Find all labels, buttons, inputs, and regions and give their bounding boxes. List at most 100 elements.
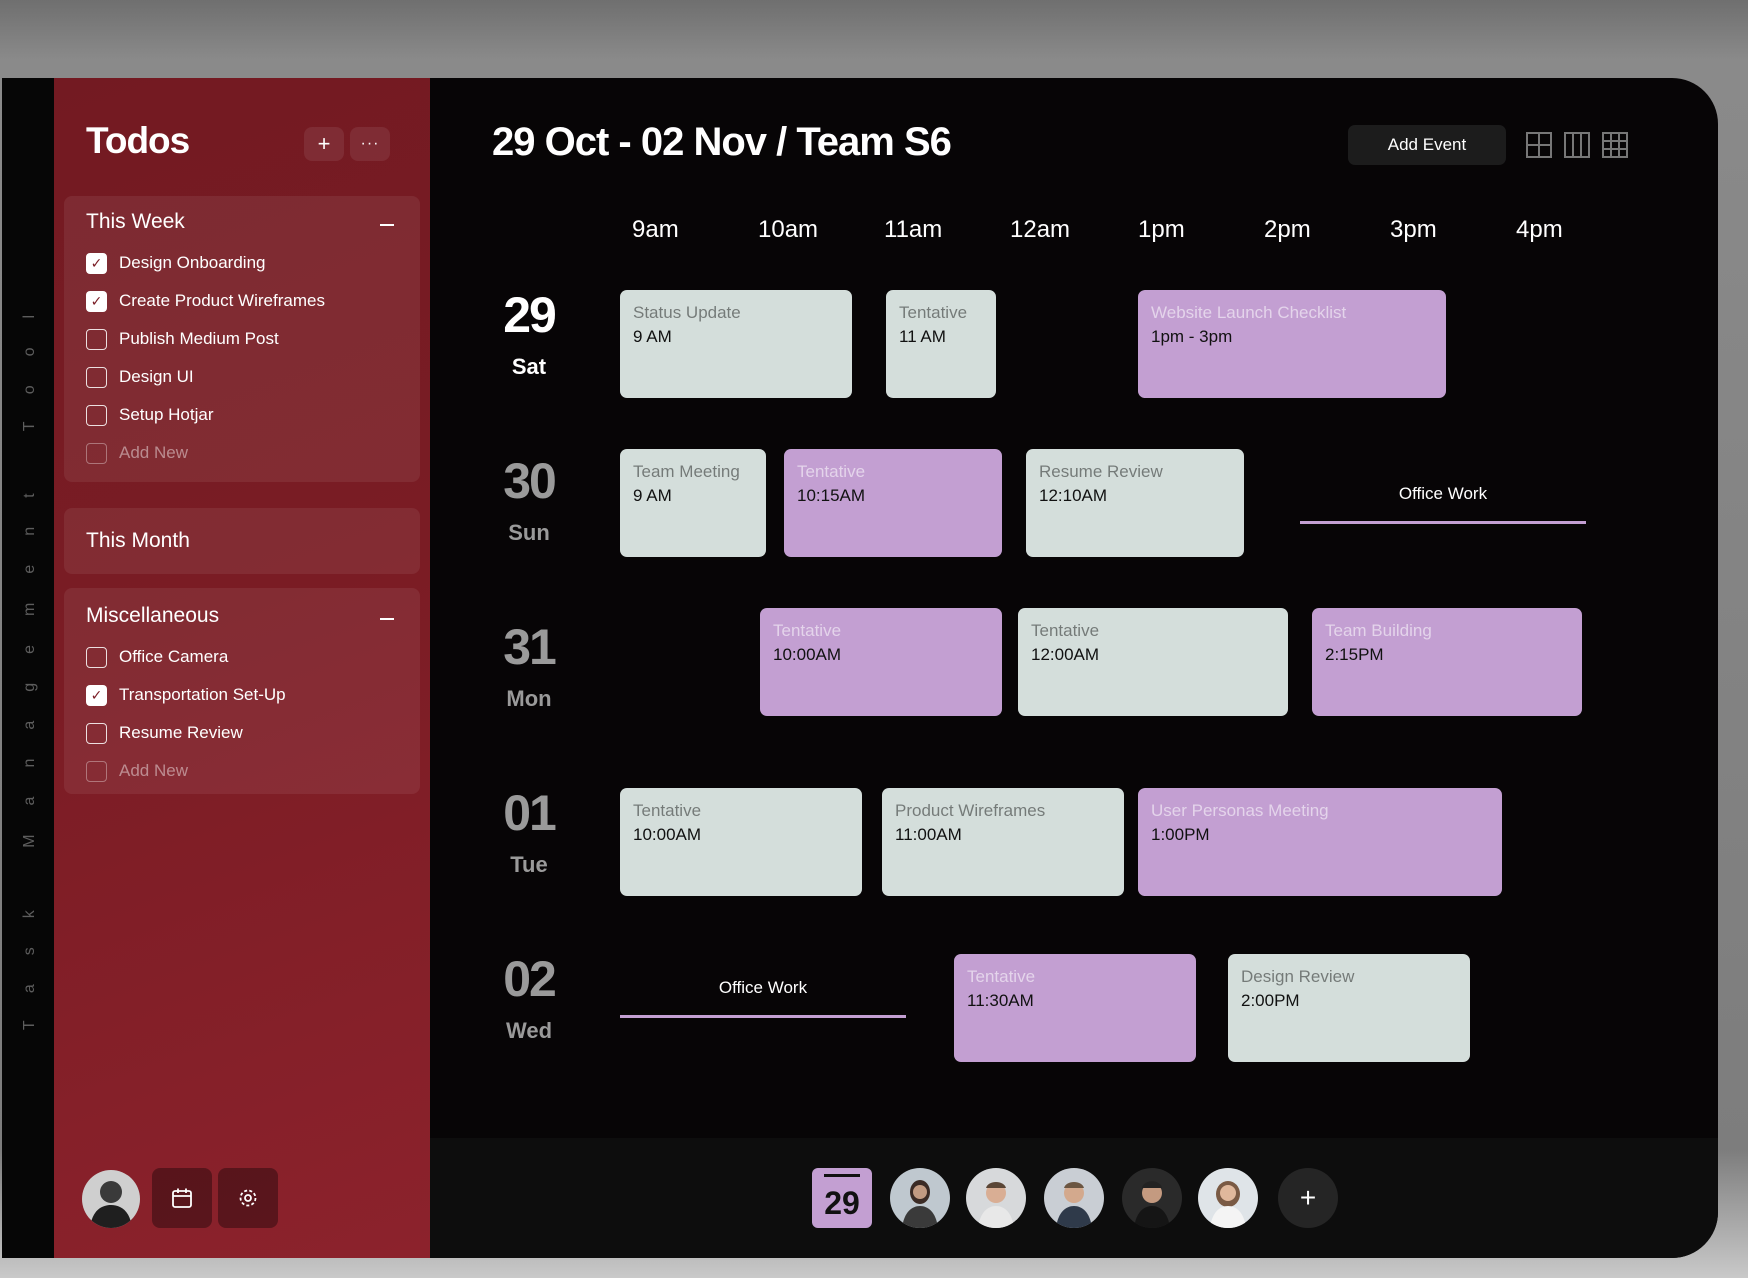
event-time: 12:00AM xyxy=(1031,645,1100,664)
checkbox[interactable] xyxy=(86,404,107,426)
todos-sidebar: Todos + ··· This Week ✓ Design Onboardin… xyxy=(54,78,430,1258)
event-bar xyxy=(620,1015,906,1018)
event-title: Resume Review xyxy=(1039,462,1163,481)
todo-item[interactable]: Office Camera xyxy=(86,644,228,670)
add-todo-button[interactable]: + xyxy=(304,127,344,161)
event-time: 1:00PM xyxy=(1151,825,1210,844)
collapse-icon[interactable] xyxy=(380,618,394,620)
event-card[interactable]: Team Meeting 9 AM xyxy=(620,449,766,557)
checkbox[interactable] xyxy=(86,328,107,350)
grid-3x3-icon[interactable] xyxy=(1602,132,1628,158)
event-title: Tentative xyxy=(1031,621,1100,640)
office-work-block[interactable]: Office Work xyxy=(1300,484,1586,524)
office-work-block[interactable]: Office Work xyxy=(620,978,906,1018)
event-bar xyxy=(1300,521,1586,524)
team-avatar[interactable] xyxy=(1122,1168,1182,1228)
event-title: User Personas Meeting xyxy=(1151,801,1329,820)
event-title: Tentative xyxy=(773,621,842,640)
team-avatar[interactable] xyxy=(1044,1168,1104,1228)
add-event-button[interactable]: Add Event xyxy=(1348,125,1506,165)
day-number: 01 xyxy=(503,785,557,841)
event-card[interactable]: Status Update 9 AM xyxy=(620,290,852,398)
event-time: 10:00AM xyxy=(773,645,842,664)
todo-item[interactable]: ✓ Transportation Set-Up xyxy=(86,682,286,708)
gear-icon xyxy=(239,1189,257,1207)
event-time: 2:15PM xyxy=(1325,645,1384,664)
avatar-image xyxy=(1210,1181,1246,1228)
todo-item[interactable]: Design UI xyxy=(86,364,194,390)
hour-label: 2pm xyxy=(1264,216,1311,243)
todo-item[interactable]: ✓ Design Onboarding xyxy=(86,250,265,276)
event-title: Tentative xyxy=(967,967,1036,986)
event-time: 11 AM xyxy=(899,327,946,346)
event-card[interactable]: Tentative 12:00AM xyxy=(1018,608,1288,716)
checkbox-checked[interactable]: ✓ xyxy=(86,684,107,706)
avatar-image xyxy=(902,1180,938,1228)
add-new-todo[interactable]: Add New xyxy=(86,758,188,784)
todo-more-button[interactable]: ··· xyxy=(350,127,390,161)
date-badge-bar xyxy=(824,1174,860,1177)
checkbox[interactable] xyxy=(86,722,107,744)
todo-item[interactable]: Publish Medium Post xyxy=(86,326,279,352)
event-card[interactable]: Website Launch Checklist 1pm - 3pm xyxy=(1138,290,1446,398)
event-time: 1pm - 3pm xyxy=(1151,327,1233,346)
todo-label: Resume Review xyxy=(119,723,243,742)
sidebar-title: Todos xyxy=(86,120,190,161)
checkbox-checked[interactable]: ✓ xyxy=(86,290,107,312)
day-number: 02 xyxy=(503,951,557,1007)
side-strip: Task Management Tool xyxy=(2,78,54,1258)
todo-item[interactable]: Setup Hotjar xyxy=(86,402,214,428)
todo-label: Design Onboarding xyxy=(119,253,266,272)
event-time: 2:00PM xyxy=(1241,991,1300,1010)
team-avatar[interactable] xyxy=(1198,1168,1258,1228)
event-card[interactable]: Tentative 11:30AM xyxy=(954,954,1196,1062)
event-card[interactable]: Tentative 11 AM xyxy=(886,290,996,398)
event-title: Team Meeting xyxy=(633,462,740,481)
todo-label: Office Camera xyxy=(119,647,229,666)
settings-button[interactable] xyxy=(218,1168,278,1228)
day-name: Wed xyxy=(505,1018,553,1043)
team-avatar[interactable] xyxy=(890,1168,950,1228)
event-title: Product Wireframes xyxy=(895,801,1046,820)
day-name: Mon xyxy=(506,686,552,711)
event-title: Design Review xyxy=(1241,967,1355,986)
misc-heading: Miscellaneous xyxy=(86,604,220,627)
event-card[interactable]: User Personas Meeting 1:00PM xyxy=(1138,788,1502,896)
columns-icon[interactable] xyxy=(1564,132,1590,158)
day-number: 30 xyxy=(503,453,557,509)
day-number: 29 xyxy=(503,287,557,343)
add-new-todo[interactable]: Add New xyxy=(86,440,188,466)
user-avatar[interactable] xyxy=(82,1170,140,1228)
grid-2x2-icon[interactable] xyxy=(1526,132,1552,158)
collapse-icon[interactable] xyxy=(380,224,394,226)
avatar-image xyxy=(90,1181,132,1228)
calendar-button[interactable] xyxy=(152,1168,212,1228)
event-card[interactable]: Design Review 2:00PM xyxy=(1228,954,1470,1062)
todo-item[interactable]: ✓ Create Product Wireframes xyxy=(86,288,325,314)
event-time: 9 AM xyxy=(633,327,672,346)
todo-label: Design UI xyxy=(119,367,194,386)
event-card[interactable]: Product Wireframes 11:00AM xyxy=(882,788,1124,896)
this-week-heading: This Week xyxy=(86,210,185,233)
add-member-button[interactable]: + xyxy=(1278,1168,1338,1228)
event-card[interactable]: Tentative 10:15AM xyxy=(784,449,1002,557)
this-month-panel[interactable]: This Month xyxy=(64,508,420,574)
event-time: 9 AM xyxy=(633,486,672,505)
event-card[interactable]: Resume Review 12:10AM xyxy=(1026,449,1244,557)
event-time: 11:30AM xyxy=(967,991,1034,1010)
todo-label: Publish Medium Post xyxy=(119,329,279,348)
event-card[interactable]: Tentative 10:00AM xyxy=(760,608,1002,716)
add-new-label: Add New xyxy=(119,761,188,780)
checkbox[interactable] xyxy=(86,366,107,388)
todo-item[interactable]: Resume Review xyxy=(86,720,243,746)
checkbox[interactable] xyxy=(86,646,107,668)
event-title: Office Work xyxy=(1398,484,1488,503)
date-badge[interactable]: 29 xyxy=(812,1168,872,1228)
event-card[interactable]: Tentative 10:00AM xyxy=(620,788,862,896)
event-card[interactable]: Team Building 2:15PM xyxy=(1312,608,1582,716)
this-month-heading: This Month xyxy=(86,529,190,552)
team-avatar[interactable] xyxy=(966,1168,1026,1228)
avatar-image xyxy=(978,1182,1014,1228)
plus-icon: + xyxy=(317,131,331,156)
checkbox-checked[interactable]: ✓ xyxy=(86,252,107,274)
